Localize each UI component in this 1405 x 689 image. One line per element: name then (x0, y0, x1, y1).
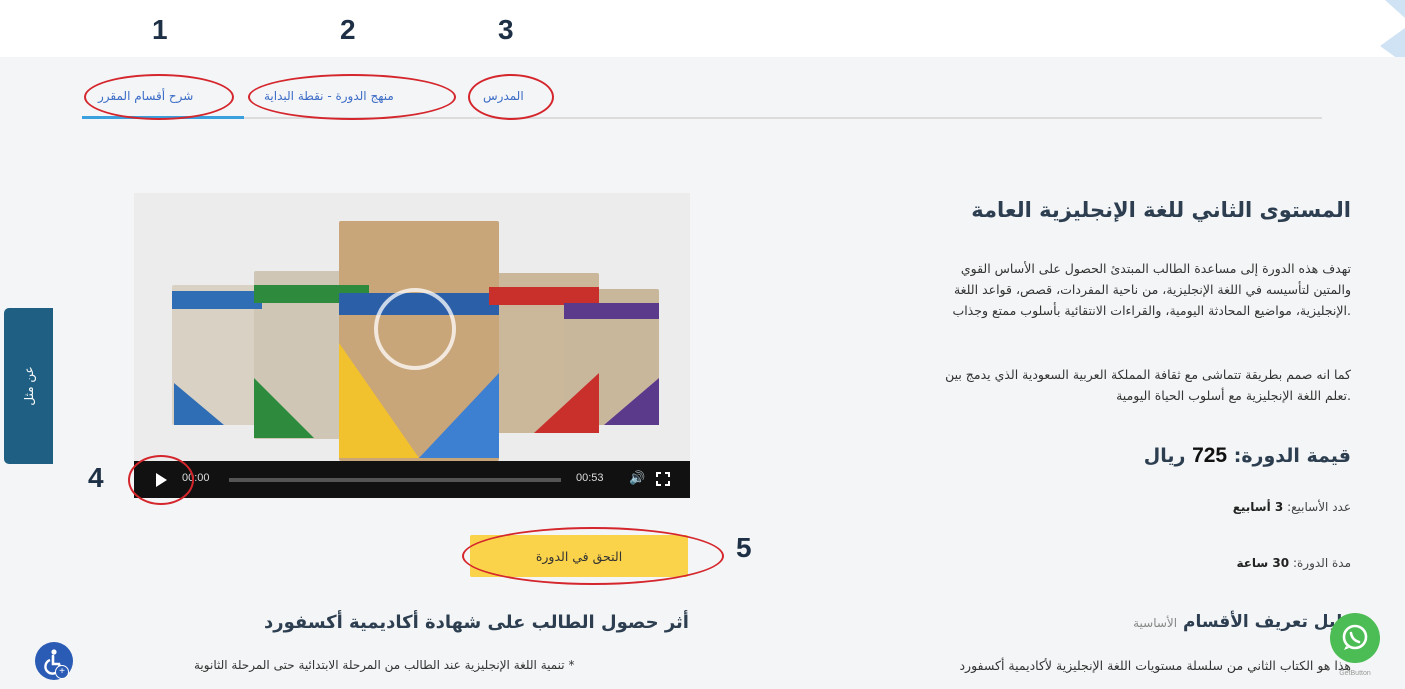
video-controls: 00:00 00:53 🔊 (134, 461, 690, 498)
price-value: 725 (1192, 444, 1228, 467)
guide-text: هذا هو الكتاب الثاني من سلسلة مستويات ال… (959, 658, 1351, 673)
progress-bar[interactable] (229, 478, 561, 482)
book-stripe (172, 291, 262, 309)
book-triangle (419, 373, 499, 458)
tab-curriculum[interactable]: منهج الدورة - نقطة البداية (264, 89, 394, 103)
book-triangle (174, 383, 224, 425)
certificate-title: أثر حصول الطالب على شهادة أكاديمية أكسفو… (264, 612, 689, 633)
video-duration: 00:53 (576, 472, 604, 484)
course-weeks: عدد الأسابيع: 3 أسابيع (1232, 500, 1351, 514)
decoration-shape (1385, 0, 1405, 18)
annotation-2: 2 (340, 14, 356, 45)
course-duration: مدة الدورة: 30 ساعة (1236, 556, 1351, 570)
play-icon[interactable] (156, 473, 167, 487)
annotation-3: 3 (498, 14, 514, 45)
getbutton-label: GetButton (1339, 670, 1371, 677)
annotation-5: 5 (736, 532, 752, 563)
fullscreen-icon[interactable] (656, 472, 670, 486)
whatsapp-button[interactable] (1330, 613, 1380, 663)
book-stripe (564, 303, 659, 319)
enroll-button[interactable]: التحق في الدورة (470, 535, 688, 577)
current-time: 00:00 (182, 472, 210, 484)
annotation-4: 4 (88, 462, 104, 493)
course-description: تهدف هذه الدورة إلى مساعدة الطالب المبتد… (952, 261, 1351, 318)
volume-icon[interactable]: 🔊 (629, 471, 645, 486)
whatsapp-icon (1342, 624, 1368, 650)
book-triangle (534, 373, 599, 433)
video-player[interactable]: 00:00 00:53 🔊 (134, 193, 690, 498)
accessibility-plus-icon: + (55, 665, 69, 679)
active-tab-indicator (82, 116, 244, 119)
login-side-tab[interactable]: عن مثل (4, 308, 53, 464)
tab-instructor[interactable]: المدرس (483, 89, 524, 103)
course-title: المستوى الثاني للغة الإنجليزية العامة (971, 198, 1351, 222)
book-triangle (604, 378, 659, 425)
annotation-1: 1 (152, 14, 168, 45)
tab-course-sections[interactable]: شرح أقسام المقرر (98, 89, 193, 103)
book-triangle (254, 378, 314, 438)
guide-title: دليل تعريف الأقسام الأساسية (1133, 612, 1351, 632)
play-overlay-icon[interactable] (374, 288, 456, 370)
certificate-point: * تنمية اللغة الإنجليزية عند الطالب من ا… (194, 658, 575, 672)
course-tabs: شرح أقسام المقرر منهج الدورة - نقطة البد… (82, 82, 1322, 119)
course-price: قيمة الدورة: 725 ريال (1143, 444, 1351, 467)
course-description-2: كما انه صمم بطريقة تتماشى مع ثقافة الممل… (945, 367, 1351, 403)
